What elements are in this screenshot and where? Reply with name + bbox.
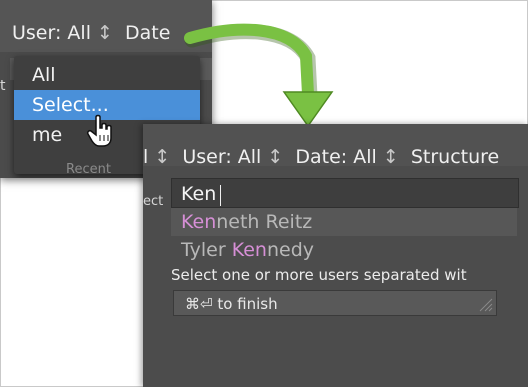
left-text-fragment: ect xyxy=(143,194,164,209)
suggestion-item[interactable]: Tyler Kennedy xyxy=(171,236,517,264)
suggestion-item[interactable]: Kenneth Reitz xyxy=(171,208,517,236)
suggestion-match: Ken xyxy=(231,239,267,261)
suggestion-match: Ken xyxy=(181,211,217,233)
lead-arrows-icon: ↕ xyxy=(154,146,171,168)
suggestion-rest: neth Reitz xyxy=(216,211,313,233)
filter-bar-text: l ↕ User: All ↕ Date: All ↕ Structure xyxy=(143,146,499,168)
date-filter[interactable]: Date: All ↕ xyxy=(295,146,398,168)
structure-filter[interactable]: Structure xyxy=(411,146,499,168)
suggestion-rest: nedy xyxy=(266,239,315,261)
date-filter-arrows-icon: ↕ xyxy=(382,146,399,168)
help-text: Select one or more users separated wit xyxy=(171,266,467,284)
text-caret xyxy=(220,185,221,206)
date-filter[interactable]: Date xyxy=(125,22,170,44)
suggestion-prefix: Tyler xyxy=(181,239,232,261)
user-search-input[interactable] xyxy=(181,182,501,206)
resize-grip-icon[interactable] xyxy=(477,296,493,312)
curved-arrow-icon xyxy=(184,23,334,128)
user-filter-arrows-icon: ↕ xyxy=(267,146,284,168)
menu-item-all[interactable]: All xyxy=(14,60,200,90)
user-filter-label: User: All xyxy=(12,22,91,44)
user-filter-arrows-icon: ↕ xyxy=(97,22,113,44)
finish-hint: ⌘⏎ to finish xyxy=(185,295,278,313)
hand-pointer-icon xyxy=(87,114,112,147)
menu-item-recent-partial: Recent xyxy=(66,162,111,177)
filter-bar-text: User: All ↕ Date xyxy=(12,22,170,44)
left-text-fragment: t xyxy=(0,78,6,94)
lead-fragment: l xyxy=(143,146,149,168)
user-filter[interactable]: User: All ↕ xyxy=(182,146,283,168)
user-filter[interactable]: User: All ↕ xyxy=(12,22,113,44)
user-filter-label: User: All xyxy=(182,146,262,168)
filter-panel-large: l ↕ User: All ↕ Date: All ↕ Structure ec… xyxy=(143,124,528,387)
date-filter-label: Date: All xyxy=(295,146,377,168)
